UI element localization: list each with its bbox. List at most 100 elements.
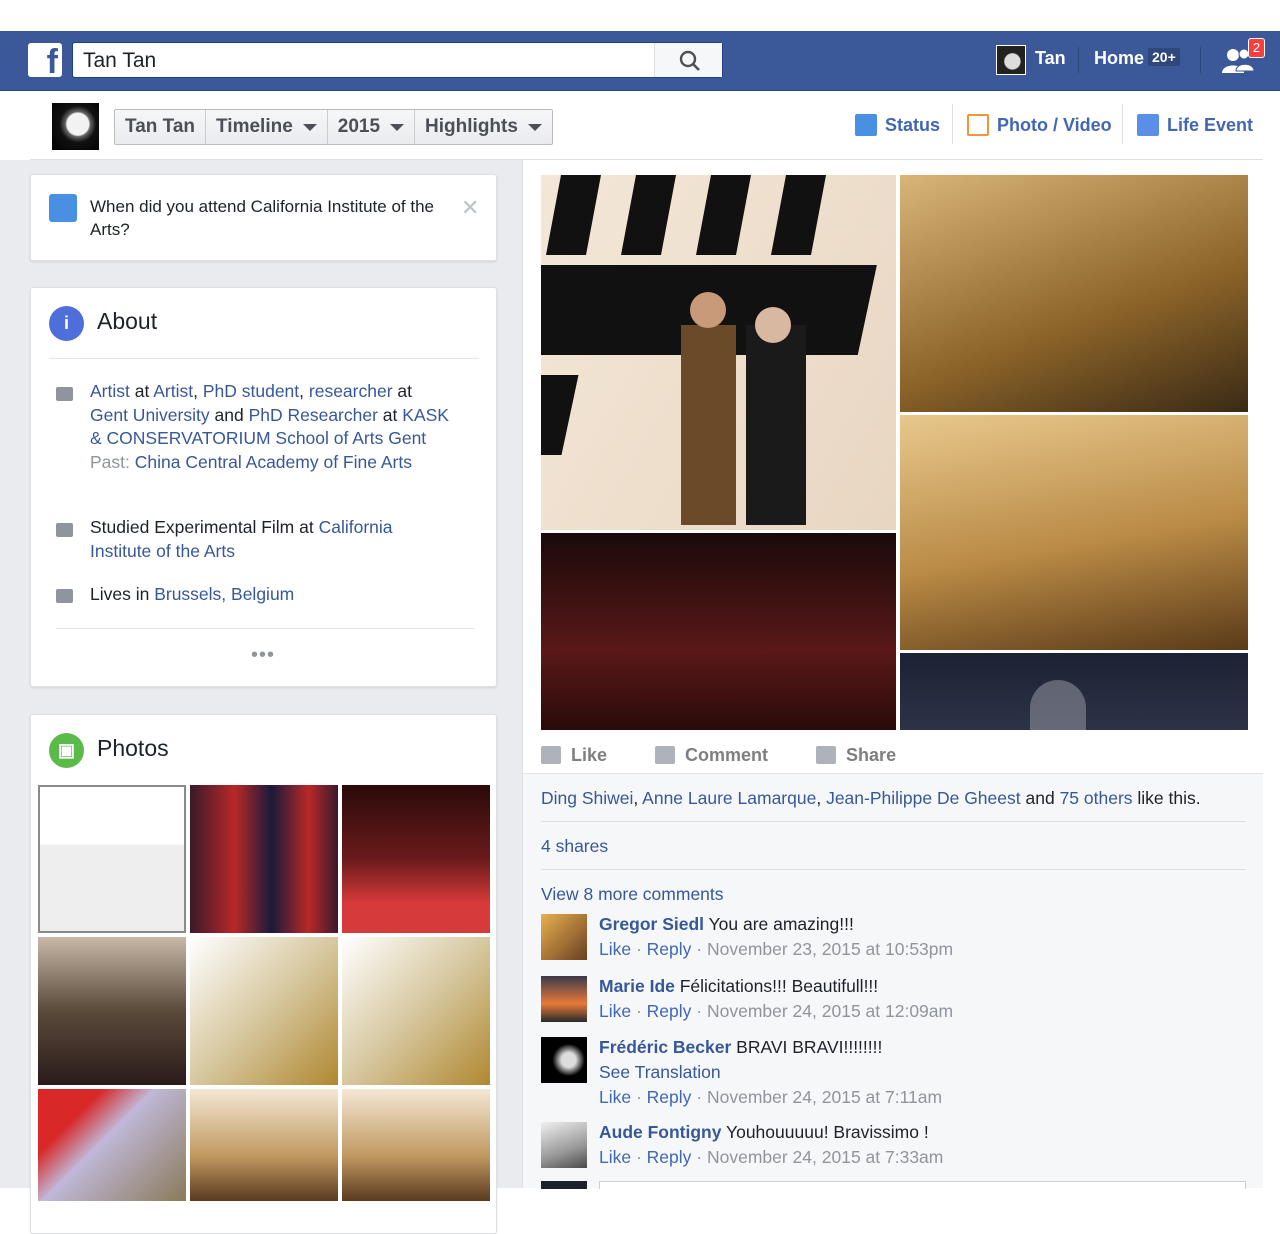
divider [541, 821, 1246, 822]
work-role-link[interactable]: researcher [309, 381, 393, 401]
comment-reply-link[interactable]: Reply [647, 939, 692, 959]
work-org-link[interactable]: Gent University [90, 405, 210, 425]
comment-like-link[interactable]: Like [599, 1147, 631, 1167]
post-card: Like Comment Share Ding Shiwei, Anne Lau… [522, 160, 1263, 1189]
chevron-down-icon [527, 123, 542, 131]
pencil-icon [49, 194, 77, 222]
commenter-avatar[interactable] [541, 1037, 587, 1083]
close-icon[interactable]: ✕ [461, 195, 479, 221]
photo-thumbnail[interactable] [38, 785, 186, 933]
profile-question-card: When did you attend California Institute… [30, 174, 497, 261]
photo-thumbnail[interactable] [38, 937, 186, 1085]
work-role-link[interactable]: Artist [90, 381, 130, 401]
comment-like-link[interactable]: Like [599, 1087, 631, 1107]
photos-icon: ▣ [49, 733, 84, 768]
shares-link[interactable]: 4 shares [541, 836, 608, 857]
comment-reply-link[interactable]: Reply [647, 1087, 692, 1107]
divider [541, 869, 1246, 870]
commenter-avatar[interactable] [541, 914, 587, 960]
past-work-link[interactable]: China Central Academy of Fine Arts [135, 452, 412, 472]
photos-title[interactable]: Photos [97, 735, 169, 762]
profile-question-text[interactable]: When did you attend California Institute… [90, 195, 450, 241]
post-photo[interactable] [541, 533, 896, 730]
work-role-link[interactable]: PhD Researcher [249, 405, 378, 425]
nav-divider [1200, 47, 1201, 73]
view-more-comments-link[interactable]: View 8 more comments [541, 884, 724, 905]
commenter-avatar[interactable] [541, 1122, 587, 1168]
see-translation-link[interactable]: See Translation [599, 1062, 721, 1082]
about-lives: Lives in Brussels, Belgium [90, 584, 295, 604]
comment-author[interactable]: Aude Fontigny [599, 1122, 721, 1142]
briefcase-icon [56, 387, 73, 401]
comment-author[interactable]: Gregor Siedl [599, 914, 704, 934]
search-box[interactable]: Tan Tan [72, 42, 723, 78]
comment-author[interactable]: Frédéric Becker [599, 1037, 731, 1057]
comment-timestamp[interactable]: · November 24, 2015 at 7:33am [691, 1147, 943, 1167]
flag-icon [1137, 114, 1159, 136]
comment-timestamp[interactable]: · November 23, 2015 at 10:53pm [691, 939, 953, 959]
comment-timestamp[interactable]: · November 24, 2015 at 7:11am [691, 1087, 942, 1107]
comment-like-link[interactable]: Like [599, 1001, 631, 1021]
crumb-highlights-dropdown[interactable]: Highlights [415, 110, 552, 144]
post-photo[interactable] [900, 415, 1248, 650]
nav-divider [1078, 47, 1079, 73]
comment-reply-link[interactable]: Reply [647, 1147, 692, 1167]
divider [952, 104, 953, 144]
comment-reply-link[interactable]: Reply [647, 1001, 692, 1021]
post-photo[interactable] [541, 175, 896, 530]
home-link[interactable]: Home [1094, 48, 1144, 69]
comment-like-link[interactable]: Like [599, 939, 631, 959]
crumb-timeline-dropdown[interactable]: Timeline [206, 110, 328, 144]
post-photo[interactable] [900, 175, 1248, 412]
work-role-link[interactable]: PhD student [203, 381, 299, 401]
profile-link[interactable]: Tan [1035, 48, 1066, 69]
liker-link[interactable]: Jean-Philippe De Gheest [826, 788, 1021, 808]
comment-author[interactable]: Marie Ide [599, 976, 675, 996]
post-feedback-area: Ding Shiwei, Anne Laure Lamarque, Jean-P… [523, 773, 1263, 1189]
graduation-cap-icon [56, 523, 73, 537]
photo-thumbnail[interactable] [190, 937, 338, 1085]
search-input[interactable]: Tan Tan [83, 47, 156, 75]
liker-link[interactable]: Anne Laure Lamarque [642, 788, 816, 808]
timeline-breadcrumb: Tan Tan Timeline 2015 Highlights [114, 109, 553, 145]
status-composer-button[interactable]: Status [855, 114, 940, 136]
home-icon [56, 589, 73, 603]
about-title[interactable]: About [97, 308, 157, 335]
facebook-logo-icon[interactable]: f [28, 43, 62, 79]
photo-video-composer-button[interactable]: Photo / Video [967, 114, 1112, 136]
photo-thumbnail[interactable] [38, 1089, 186, 1201]
divider [56, 628, 474, 629]
post-photo[interactable] [900, 653, 1248, 730]
like-button[interactable]: Like [541, 738, 607, 772]
share-icon [816, 746, 837, 764]
photo-thumbnail[interactable] [342, 785, 490, 933]
others-likes-link[interactable]: 75 others [1060, 788, 1133, 808]
search-button[interactable] [654, 43, 722, 77]
city-link[interactable]: Brussels, Belgium [154, 584, 294, 604]
about-card: i About Artist at Artist, PhD student, r… [30, 287, 497, 687]
divider [1122, 104, 1123, 144]
profile-thumbnail[interactable] [52, 103, 99, 150]
crumb-year-dropdown[interactable]: 2015 [328, 110, 416, 144]
photo-thumbnail[interactable] [342, 1089, 490, 1201]
photo-thumbnail[interactable] [342, 937, 490, 1085]
comment-input[interactable] [599, 1181, 1246, 1189]
search-icon [679, 50, 700, 71]
world-futures-banner-graphic [541, 175, 877, 525]
friend-requests-badge: 2 [1248, 38, 1265, 58]
liker-link[interactable]: Ding Shiwei [541, 788, 633, 808]
comment-timestamp[interactable]: · November 24, 2015 at 12:09am [691, 1001, 953, 1021]
crumb-profile-name[interactable]: Tan Tan [115, 110, 207, 144]
user-avatar[interactable] [996, 45, 1026, 75]
share-button[interactable]: Share [816, 738, 896, 772]
photo-icon [967, 114, 989, 136]
life-event-composer-button[interactable]: Life Event [1137, 114, 1253, 136]
photo-thumbnail[interactable] [190, 1089, 338, 1201]
comment-button[interactable]: Comment [655, 738, 768, 772]
more-icon[interactable]: ••• [251, 644, 275, 667]
work-org-link[interactable]: Artist [153, 381, 193, 401]
divider [49, 358, 479, 359]
about-work: Artist at Artist, PhD student, researche… [90, 381, 449, 472]
photo-thumbnail[interactable] [190, 785, 338, 933]
commenter-avatar[interactable] [541, 976, 587, 1022]
